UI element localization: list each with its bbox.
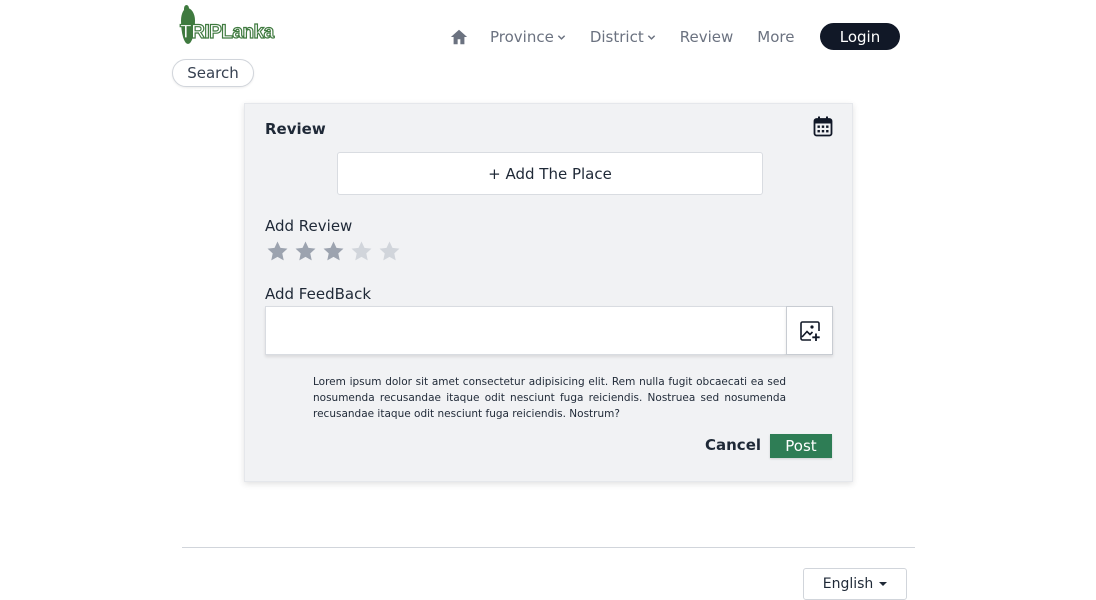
brand-logo[interactable]: TRIPLanka: [179, 5, 275, 46]
star-rating[interactable]: [266, 240, 401, 263]
add-review-label: Add Review: [265, 217, 353, 235]
star-icon[interactable]: [378, 240, 401, 263]
nav-item-label: More: [757, 28, 795, 46]
nav-item-more[interactable]: More: [757, 28, 794, 46]
star-icon[interactable]: [322, 240, 345, 263]
add-feedback-label: Add FeedBack: [265, 285, 372, 303]
nav-item-label: Province: [490, 28, 554, 46]
chevron-down-icon: [557, 34, 565, 40]
nav-item-label: Review: [679, 28, 734, 46]
search-button[interactable]: Search: [172, 59, 254, 87]
language-label: English: [822, 576, 874, 592]
nav-item-district[interactable]: District: [590, 28, 656, 46]
language-selector[interactable]: English: [803, 568, 907, 600]
caret-down-icon: [879, 582, 888, 586]
star-icon[interactable]: [350, 240, 373, 263]
add-place-button[interactable]: + Add The Place: [337, 152, 763, 195]
nav-item-review[interactable]: Review: [680, 28, 734, 46]
cancel-button[interactable]: Cancel: [705, 436, 761, 454]
login-button[interactable]: Login: [820, 23, 900, 50]
home-icon[interactable]: [450, 28, 468, 46]
review-guidelines-text: Lorem ipsum dolor sit amet consectetur a…: [313, 376, 786, 420]
brand-logo-text: TRIPLanka: [179, 21, 274, 43]
post-button[interactable]: Post: [770, 434, 832, 458]
star-icon[interactable]: [266, 240, 289, 263]
footer-divider: [182, 547, 915, 548]
nav-item-province[interactable]: Province: [490, 28, 566, 46]
chevron-down-icon: [647, 34, 655, 40]
feedback-input[interactable]: [265, 306, 786, 355]
add-image-button[interactable]: [786, 306, 833, 355]
image-add-icon: [799, 320, 820, 341]
review-card: Review + Add The Place Add Review Add Fe…: [244, 103, 853, 482]
star-icon[interactable]: [294, 240, 317, 263]
main-nav: Province District Review More: [450, 22, 818, 52]
review-card-title: Review: [265, 120, 326, 138]
nav-item-label: District: [589, 28, 644, 46]
calendar-icon[interactable]: [813, 116, 833, 137]
